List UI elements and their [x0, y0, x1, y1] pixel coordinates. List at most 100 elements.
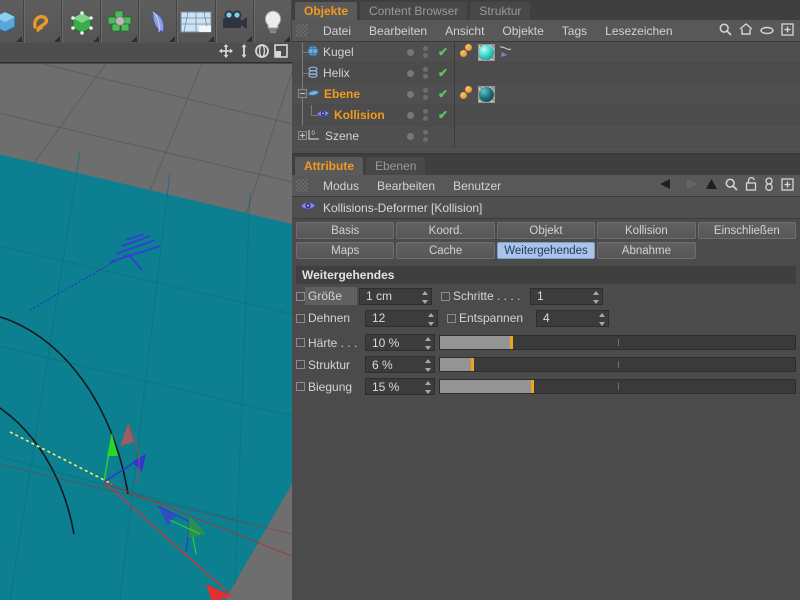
dehnen-spinner[interactable] — [427, 313, 434, 326]
visibility-dots[interactable] — [419, 88, 432, 100]
enable-check[interactable]: ✔ — [432, 45, 454, 59]
deformer-icon[interactable] — [139, 0, 177, 43]
object-dot-toggle[interactable] — [402, 112, 419, 119]
schritte-spinner[interactable] — [592, 291, 599, 304]
object-manager-tree[interactable]: Kugel ✔ — [292, 42, 800, 155]
menu-bearbeiten[interactable]: Bearbeiten — [368, 175, 444, 197]
groesse-checkbox[interactable] — [296, 292, 305, 301]
entspannen-checkbox[interactable] — [447, 314, 456, 323]
tab-objekte[interactable]: Objekte — [295, 2, 357, 20]
drag-grip[interactable] — [296, 24, 308, 37]
viewport-3d[interactable] — [0, 64, 292, 600]
light-icon[interactable] — [254, 0, 292, 43]
struktur-checkbox[interactable] — [296, 360, 305, 369]
pin-icon[interactable] — [764, 177, 774, 194]
param-tab-objekt[interactable]: Objekt — [497, 222, 595, 239]
menu-tags[interactable]: Tags — [553, 20, 596, 42]
home-icon[interactable] — [739, 23, 753, 38]
menu-modus[interactable]: Modus — [314, 175, 368, 197]
param-tab-abnahme[interactable]: Abnahme — [597, 242, 695, 259]
tree-expander[interactable] — [298, 84, 307, 105]
schritte-field[interactable]: 1 — [530, 288, 603, 305]
entspannen-spinner[interactable] — [598, 313, 605, 326]
mograph-icon[interactable] — [101, 0, 139, 43]
biegung-slider[interactable] — [439, 379, 796, 394]
back-arrow-icon[interactable] — [659, 178, 675, 193]
haerte-spinner[interactable] — [424, 337, 431, 350]
unlock-icon[interactable] — [745, 177, 757, 194]
object-row-kugel[interactable]: Kugel ✔ — [292, 42, 800, 63]
object-row-helix[interactable]: Helix ✔ — [292, 63, 800, 84]
spline-icon[interactable] — [24, 0, 62, 43]
tag-dots-icon[interactable] — [460, 44, 475, 60]
maximize-icon[interactable] — [274, 44, 288, 61]
param-tab-kollision[interactable]: Kollision — [597, 222, 695, 239]
object-dot-toggle[interactable] — [402, 133, 419, 140]
object-row-ebene[interactable]: Ebene ✔ — [292, 84, 800, 105]
menu-benutzer[interactable]: Benutzer — [444, 175, 510, 197]
enable-check[interactable]: ✔ — [432, 108, 454, 122]
enable-check[interactable]: ✔ — [432, 66, 454, 80]
object-row-szene[interactable]: 0 Szene — [292, 126, 800, 147]
visibility-dots[interactable] — [419, 130, 432, 142]
tab-struktur[interactable]: Struktur — [470, 2, 530, 20]
object-dot-toggle[interactable] — [402, 91, 419, 98]
pan-icon[interactable] — [219, 44, 233, 61]
haerte-slider[interactable] — [439, 335, 796, 350]
up-arrow-icon[interactable] — [705, 178, 718, 194]
menu-datei[interactable]: Datei — [314, 20, 360, 42]
menu-lesezeichen[interactable]: Lesezeichen — [596, 20, 681, 42]
search-icon[interactable] — [725, 178, 738, 194]
struktur-field[interactable]: 6 % — [365, 356, 435, 373]
dehnen-checkbox[interactable] — [296, 314, 305, 323]
camera-icon[interactable] — [216, 0, 254, 43]
cube-partial-icon[interactable] — [0, 0, 24, 43]
biegung-field[interactable]: 15 % — [365, 378, 435, 395]
param-tab-einschliessen[interactable]: Einschließen — [698, 222, 796, 239]
plus-box-icon[interactable] — [781, 23, 794, 39]
param-tab-basis[interactable]: Basis — [296, 222, 394, 239]
forward-arrow-icon[interactable] — [682, 178, 698, 193]
layer-icon[interactable] — [760, 24, 774, 38]
haerte-field[interactable]: 10 % — [365, 334, 435, 351]
object-row-kollision[interactable]: Kollision ✔ — [292, 105, 800, 126]
rotate-icon[interactable] — [255, 44, 269, 61]
cube-object-icon[interactable] — [62, 0, 100, 43]
search-icon[interactable] — [719, 23, 732, 39]
object-dot-toggle[interactable] — [402, 70, 419, 77]
param-tab-cache[interactable]: Cache — [396, 242, 494, 259]
drag-grip[interactable] — [296, 179, 308, 192]
biegung-checkbox[interactable] — [296, 382, 305, 391]
tab-content-browser[interactable]: Content Browser — [360, 2, 467, 20]
tab-attribute[interactable]: Attribute — [295, 157, 363, 175]
struktur-spinner[interactable] — [424, 359, 431, 372]
groesse-field[interactable]: 1 cm — [359, 288, 432, 305]
entspannen-field[interactable]: 4 — [536, 310, 609, 327]
object-dot-toggle[interactable] — [402, 49, 419, 56]
groesse-spinner[interactable] — [421, 291, 428, 304]
param-tab-maps[interactable]: Maps — [296, 242, 394, 259]
menu-objekte[interactable]: Objekte — [493, 20, 552, 42]
tree-expander[interactable] — [298, 126, 307, 147]
struktur-slider[interactable] — [439, 357, 796, 372]
material-thumbnail[interactable] — [478, 86, 495, 103]
dehnen-field[interactable]: 12 — [365, 310, 438, 327]
visibility-dots[interactable] — [419, 109, 432, 121]
tag-dots-icon[interactable] — [460, 86, 475, 102]
param-tab-weitergehendes[interactable]: Weitergehendes — [497, 242, 595, 259]
schritte-checkbox[interactable] — [441, 292, 450, 301]
plus-box-icon[interactable] — [781, 178, 794, 194]
material-thumbnail[interactable] — [478, 44, 495, 61]
floor-scene-icon[interactable] — [177, 0, 215, 43]
visibility-dots[interactable] — [419, 67, 432, 79]
spline-tag-icon[interactable] — [498, 44, 513, 61]
enable-check[interactable]: ✔ — [432, 87, 454, 101]
param-tab-koord[interactable]: Koord. — [396, 222, 494, 239]
biegung-spinner[interactable] — [424, 381, 431, 394]
dolly-icon[interactable] — [238, 44, 250, 61]
haerte-checkbox[interactable] — [296, 338, 305, 347]
visibility-dots[interactable] — [419, 46, 432, 58]
menu-ansicht[interactable]: Ansicht — [436, 20, 493, 42]
tab-ebenen[interactable]: Ebenen — [366, 157, 425, 175]
menu-bearbeiten[interactable]: Bearbeiten — [360, 20, 436, 42]
